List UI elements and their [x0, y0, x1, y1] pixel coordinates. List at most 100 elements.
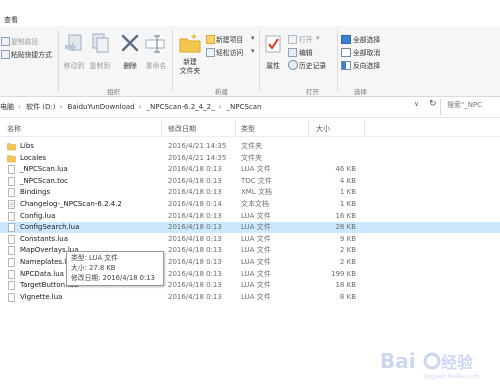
breadcrumb-item[interactable]: _NPCScan-6.2_4_2_: [147, 103, 215, 111]
svg-text:jingyan.baidu.com: jingyan.baidu.com: [423, 373, 480, 380]
easy-access-label: 轻松访问: [216, 49, 244, 57]
copy-path-icon: [1, 37, 10, 46]
rename-label: 重命名: [145, 62, 167, 70]
address-dropdown-icon[interactable]: ∨: [414, 100, 419, 108]
column-header-type[interactable]: 类型: [241, 124, 255, 134]
edit-label: 编辑: [299, 49, 313, 57]
file-name: Locales: [20, 153, 47, 162]
breadcrumb-item[interactable]: 电脑: [0, 103, 14, 111]
invert-selection-label: 反向选择: [353, 62, 381, 70]
file-size: 46 KB: [335, 165, 356, 174]
column-divider[interactable]: [308, 119, 309, 136]
file-icon: [8, 292, 15, 302]
file-row[interactable]: Config.lua 2016/4/18 0:13 LUA 文件 16 KB: [0, 211, 500, 222]
dropdown-arrow-icon: ▾: [251, 34, 255, 42]
file-row[interactable]: Locales 2016/4/21 14:35 文件夹: [0, 153, 500, 164]
file-date: 2016/4/18 0:13: [168, 188, 222, 197]
file-size: [300, 141, 356, 152]
file-row[interactable]: _NPCScan.lua 2016/4/18 0:13 LUA 文件 46 KB: [0, 164, 500, 175]
search-input[interactable]: 搜索"_NPC: [447, 100, 482, 110]
file-icon: [8, 269, 15, 279]
ribbon-divider: [337, 30, 338, 92]
file-type: LUA 文件: [241, 281, 271, 290]
file-icon: [8, 246, 15, 256]
file-size: 28 KB: [335, 223, 356, 232]
move-to-button[interactable]: 移动到: [62, 32, 86, 70]
chevron-right-icon[interactable]: ›: [18, 103, 21, 111]
file-row[interactable]: Bindings 2016/4/18 0:13 XML 文档 1 KB: [0, 187, 500, 198]
select-all-label: 全部选择: [353, 36, 381, 44]
edit-icon: [288, 48, 297, 57]
file-date: 2016/4/18 0:13: [168, 281, 222, 290]
file-icon: [8, 223, 15, 232]
file-size: [300, 153, 356, 164]
rename-button[interactable]: 重命名: [143, 32, 169, 70]
file-row[interactable]: Constants.lua 2016/4/18 0:13 LUA 文件 9 KB: [0, 234, 500, 245]
open-label: 打开: [299, 36, 313, 44]
file-row[interactable]: Changelog-_NPCScan-6.2.4.2 2016/4/18 0:14…: [0, 199, 500, 210]
ribbon: 复制路径 粘贴快捷方式 移动到 复制到 删除 重命名 组织 新建 文件夹 新建项…: [0, 26, 500, 97]
chevron-right-icon[interactable]: ›: [59, 103, 62, 111]
properties-label: 属性: [266, 62, 280, 70]
file-date: 2016/4/18 0:13: [168, 176, 222, 185]
delete-button[interactable]: 删除: [118, 32, 142, 70]
breadcrumb-item[interactable]: _NPCScan: [227, 103, 262, 111]
rename-icon: [145, 35, 165, 53]
properties-button[interactable]: 属性: [263, 32, 283, 70]
file-name: ConfigSearch.lua: [20, 223, 80, 232]
file-type: 文件夹: [241, 142, 262, 150]
file-name: Config.lua: [20, 211, 56, 220]
copy-to-button[interactable]: 复制到: [88, 32, 112, 70]
file-row[interactable]: Vignette.lua 2016/4/18 0:13 LUA 文件 8 KB: [0, 292, 500, 303]
file-row[interactable]: _NPCScan.toc 2016/4/18 0:13 TOC 文件 4 KB: [0, 176, 500, 187]
file-name: Bindings: [20, 188, 51, 197]
file-date: 2016/4/18 0:14: [168, 200, 222, 208]
column-divider[interactable]: [364, 119, 365, 136]
new-item-icon: [206, 35, 215, 44]
breadcrumb-item[interactable]: BaiduYunDownload: [68, 103, 135, 111]
file-icon: [8, 234, 15, 244]
file-size: 1 KB: [339, 188, 356, 197]
file-icon: [8, 165, 15, 174]
copy-path-label: 复制路径: [11, 38, 39, 46]
delete-label: 删除: [123, 62, 137, 70]
file-row[interactable]: Libs 2016/4/21 14:35 文件夹: [0, 141, 500, 152]
column-header-name[interactable]: 名称: [7, 124, 21, 134]
baidu-jingyan-watermark-logo: Bai 经验 jingyan.baidu.com: [380, 349, 480, 380]
properties-check-icon: [265, 35, 281, 53]
file-type: LUA 文件: [241, 165, 271, 174]
column-divider[interactable]: [235, 119, 236, 136]
file-size: 18 KB: [335, 281, 356, 290]
tab-view[interactable]: 查看: [4, 15, 18, 25]
breadcrumb: 电脑 › 软件 (D:) › BaiduYunDownload › _NPCScan-…: [0, 100, 265, 114]
file-date: 2016/4/21 14:35: [168, 153, 227, 162]
file-size: 2 KB: [339, 258, 356, 266]
text-file-icon: [8, 200, 15, 209]
folder-icon: [7, 154, 16, 162]
breadcrumb-item[interactable]: 软件 (D:): [26, 103, 55, 111]
file-size: 199 KB: [331, 269, 356, 278]
folder-icon: [7, 143, 16, 151]
column-divider[interactable]: [161, 119, 162, 136]
chevron-right-icon[interactable]: ›: [139, 103, 142, 111]
file-type: LUA 文件: [241, 246, 271, 255]
refresh-icon[interactable]: ↻: [429, 99, 437, 109]
new-folder-button[interactable]: 新建 文件夹: [176, 32, 204, 76]
chevron-right-icon[interactable]: ›: [219, 103, 222, 111]
file-name: _NPCScan.toc: [20, 176, 68, 185]
column-header-size[interactable]: 大小: [316, 124, 330, 134]
file-icon: [8, 281, 15, 290]
history-label: 历史记录: [299, 62, 327, 70]
file-row[interactable]: ConfigSearch.lua 2016/4/18 0:13 LUA 文件 28 K…: [0, 222, 500, 234]
tooltip-type: 类型: LUA 文件: [71, 254, 118, 262]
dropdown-arrow-icon: ▾: [251, 47, 255, 55]
file-size: 4 KB: [339, 176, 356, 185]
file-size: 9 KB: [339, 234, 356, 243]
svg-text:经验: 经验: [441, 353, 474, 372]
file-type: LUA 文件: [241, 258, 271, 266]
organize-group-label: 组织: [107, 88, 120, 96]
file-size: 16 KB: [335, 211, 356, 220]
file-name: Changelog-_NPCScan-6.2.4.2: [20, 200, 122, 208]
column-header-date[interactable]: 修改日期: [168, 124, 196, 134]
file-name: NPCData.lua: [20, 269, 64, 278]
